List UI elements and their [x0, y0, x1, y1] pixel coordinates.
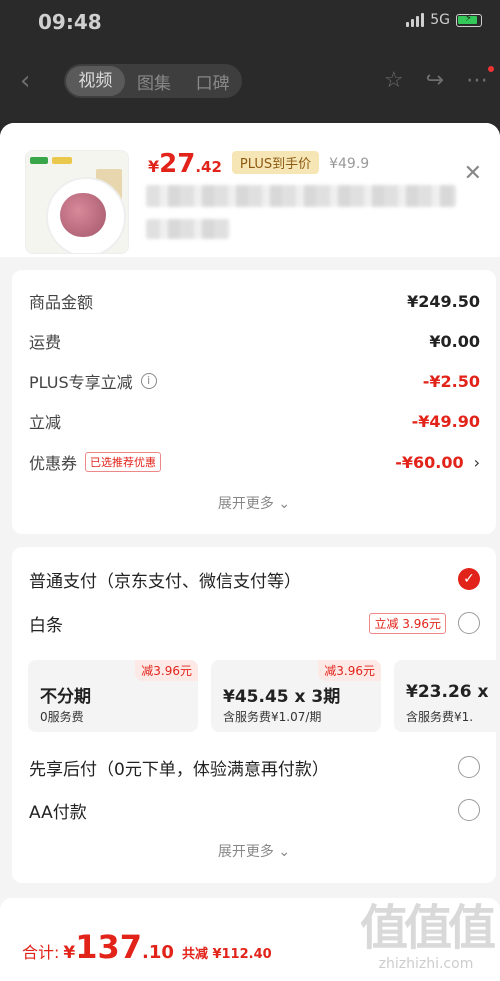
original-price: ¥49.9 — [329, 156, 370, 172]
chevron-down-icon: ⌄ — [278, 496, 291, 512]
radio-baitiao[interactable] — [458, 612, 480, 634]
coupon-selected-tag: 已选推荐优惠 — [85, 452, 162, 472]
product-price: ¥27.42 — [148, 149, 222, 179]
chevron-down-icon: ⌄ — [278, 844, 291, 860]
expand-more-summary[interactable]: 展开更多 ⌄ — [12, 493, 496, 513]
installment-plans: 减3.96元 不分期 0服务费 减3.96元 ¥45.45 x 3期 含服务费¥… — [28, 660, 496, 734]
tab-gallery[interactable]: 图集 — [125, 69, 184, 94]
tab-reviews[interactable]: 口碑 — [183, 69, 242, 94]
battery-icon: ⚡ — [456, 13, 482, 27]
payment-method-card: 普通支付（京东支付、微信支付等） ✓ 白条 立减 3.96元 减3.96元 不分… — [12, 547, 496, 883]
plan-3-installments[interactable]: 减3.96元 ¥45.45 x 3期 含服务费¥1.07/期 — [211, 660, 381, 732]
network-label: 5G — [430, 12, 450, 28]
info-icon[interactable]: i — [140, 373, 157, 389]
tab-video[interactable]: 视频 — [66, 66, 125, 96]
top-nav: ‹ 视频 图集 口碑 ☆ ↪ ⋯ — [0, 56, 500, 106]
instant-discount-row: 立减 -¥49.90 — [29, 411, 480, 433]
share-icon[interactable]: ↪ — [426, 68, 444, 93]
close-icon[interactable]: ✕ — [464, 161, 482, 186]
baitiao-discount-tag: 立减 3.96元 — [369, 612, 446, 634]
checkout-sheet: ¥27.42 PLUS到手价 ¥49.9 ✕ 商品金额 ¥249.50 运费 ¥… — [0, 123, 500, 981]
star-icon[interactable]: ☆ — [384, 68, 404, 93]
plan-6-installments[interactable]: ¥23.26 x 含服务费¥1. — [394, 660, 496, 732]
payment-normal[interactable]: 普通支付（京东支付、微信支付等） ✓ — [29, 566, 480, 592]
goods-amount-row: 商品金额 ¥249.50 — [29, 291, 480, 313]
media-tabs: 视频 图集 口碑 — [64, 64, 242, 98]
radio-aa[interactable] — [458, 799, 480, 821]
status-bar: 09:48 5G ⚡ — [0, 0, 500, 44]
order-total: 合计: ¥ 137 .10 共减 ¥112.40 — [22, 928, 272, 966]
payment-pay-later[interactable]: 先享后付（0元下单，体验满意再付款） — [29, 754, 480, 780]
payment-baitiao[interactable]: 白条 立减 3.96元 — [29, 610, 480, 636]
payment-aa[interactable]: AA付款 — [29, 797, 480, 823]
more-icon[interactable]: ⋯ — [466, 68, 488, 93]
price-summary-card: 商品金额 ¥249.50 运费 ¥0.00 PLUS专享立减 i -¥2.50 立… — [12, 270, 496, 534]
back-icon[interactable]: ‹ — [20, 66, 30, 96]
plus-price-tag: PLUS到手价 — [231, 151, 320, 174]
notification-dot — [488, 66, 494, 72]
signal-icon — [406, 13, 425, 27]
total-saved: 共减 ¥112.40 — [181, 947, 272, 962]
plan-no-installment[interactable]: 减3.96元 不分期 0服务费 — [28, 660, 198, 732]
product-title-blurred — [146, 185, 456, 207]
watermark-logo: 值值值 zhizhizhi.com — [359, 900, 496, 972]
plus-discount-row: PLUS专享立减 i -¥2.50 — [29, 371, 480, 393]
chevron-right-icon[interactable]: › — [474, 453, 480, 472]
product-image — [25, 150, 129, 254]
product-header: ¥27.42 PLUS到手价 ¥49.9 ✕ — [0, 123, 500, 257]
product-spec-blurred — [146, 219, 230, 239]
shipping-row: 运费 ¥0.00 — [29, 331, 480, 353]
radio-pay-later[interactable] — [458, 756, 480, 778]
coupon-row[interactable]: 优惠券 已选推荐优惠 -¥60.00 › — [29, 450, 480, 474]
status-time: 09:48 — [38, 10, 102, 34]
check-icon[interactable]: ✓ — [458, 568, 480, 590]
expand-more-payment[interactable]: 展开更多 ⌄ — [12, 841, 496, 861]
